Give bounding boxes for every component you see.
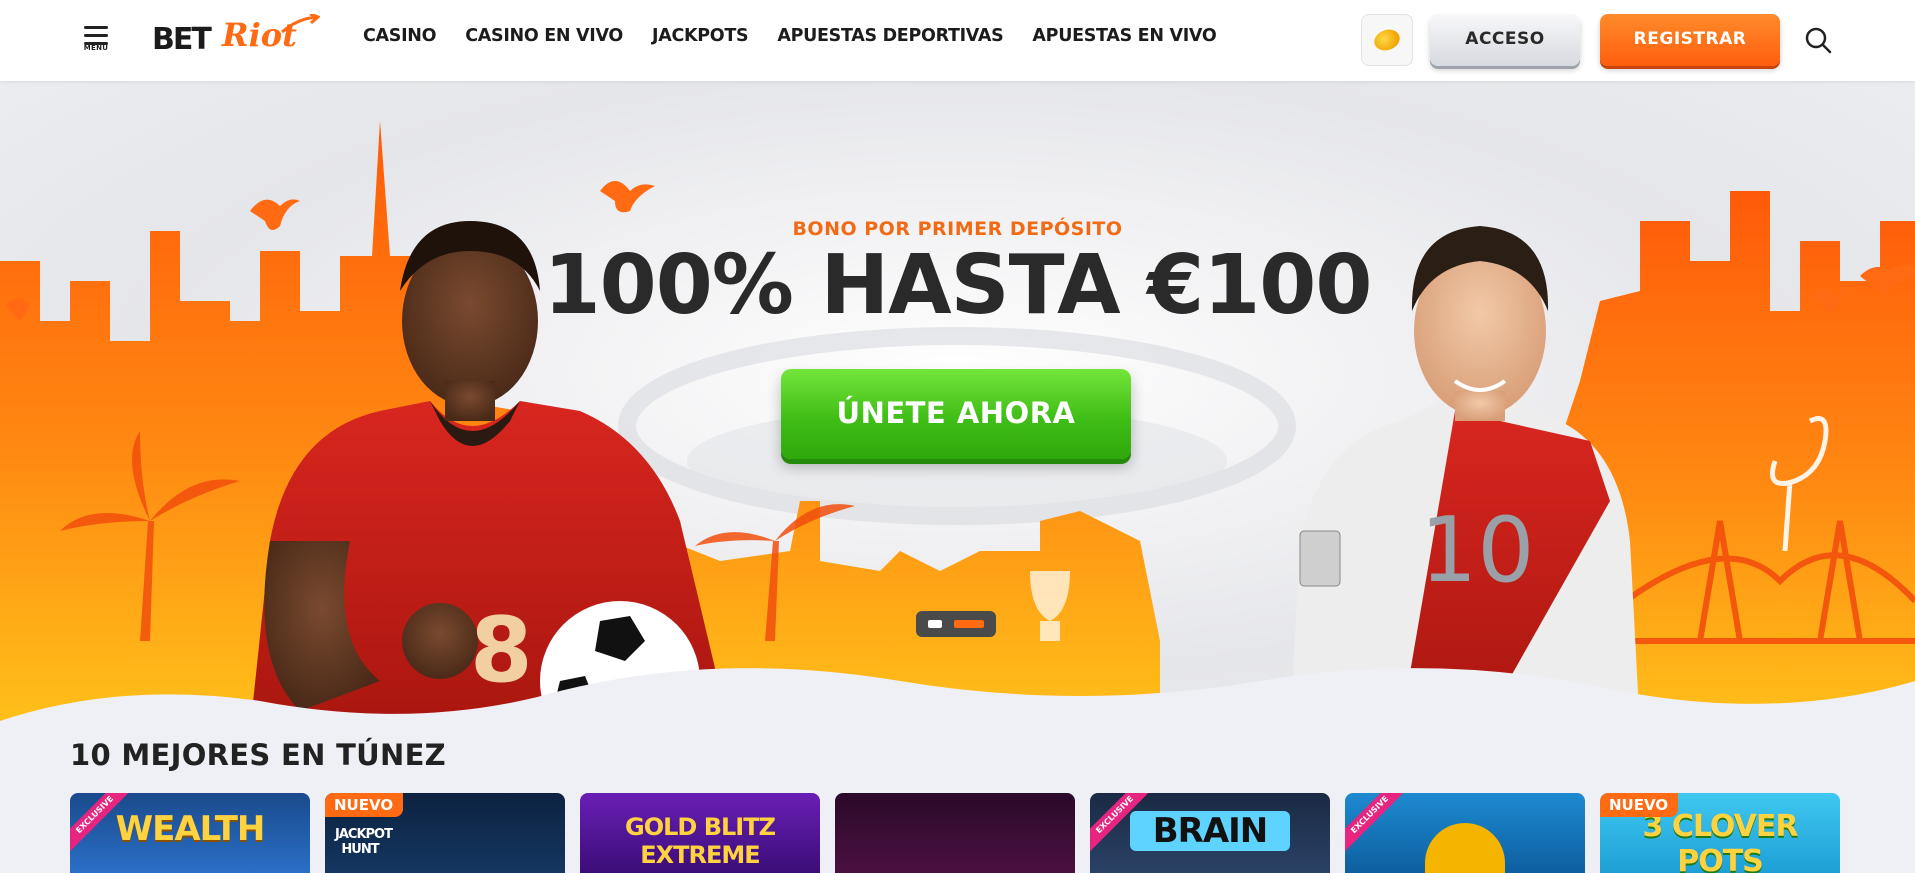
hamburger-icon [84,26,108,29]
game-art [1425,823,1505,873]
register-button[interactable]: REGISTRAR [1600,14,1780,66]
game-card[interactable] [835,793,1075,873]
nav-apuestas-deportivas[interactable]: APUESTAS DEPORTIVAS [777,26,1003,54]
game-card[interactable]: JACKPOT HUNT NUEVO [325,793,565,873]
promo-subtitle: BONO POR PRIMER DEPÓSITO [792,218,1123,240]
login-button[interactable]: ACCESO [1430,14,1580,66]
exclusive-badge: EXCLUSIVE [1345,793,1408,853]
slide-dot-1[interactable] [928,620,942,628]
game-card[interactable]: EXCLUSIVE [1345,793,1585,873]
right-player-number: 10 [1420,498,1535,603]
betriot-logo[interactable]: BET Riot [150,12,330,62]
join-now-button[interactable]: ÚNETE AHORA [781,369,1131,459]
coin-button[interactable] [1361,14,1413,66]
game-card[interactable]: 3 CLOVER POTS NUEVO [1600,793,1840,873]
new-badge: NUEVO [1600,793,1679,817]
left-player-number: 8 [470,598,533,703]
promo-banner[interactable]: 8 10 BONO POR PRIMER DEPÓSITO 100% HASTA… [0,81,1915,731]
nav-casino-en-vivo[interactable]: CASINO EN VIVO [465,26,623,54]
game-card[interactable]: WEALTH EXCLUSIVE [70,793,310,873]
game-title: JACKPOT HUNT [335,827,393,857]
hamburger-icon-bar [84,34,108,37]
game-carousel: WEALTH EXCLUSIVE JACKPOT HUNT NUEVO GOLD… [70,793,1850,873]
menu-button[interactable]: MENU [82,26,110,54]
new-badge: NUEVO [325,793,404,817]
main-nav: CASINO CASINO EN VIVO JACKPOTS APUESTAS … [363,26,1245,54]
promo-title: 100% HASTA €100 [543,238,1373,333]
nav-jackpots[interactable]: JACKPOTS [652,26,749,54]
game-title: BRAIN [1130,811,1290,851]
game-card[interactable]: GOLD BLITZ EXTREME [580,793,820,873]
menu-label: MENU [83,44,109,52]
nav-casino[interactable]: CASINO [363,26,437,54]
coin-icon [1371,26,1403,54]
slider-pagination [916,611,996,637]
nav-apuestas-en-vivo[interactable]: APUESTAS EN VIVO [1032,26,1216,54]
slide-dot-2-active[interactable] [954,620,984,628]
logo-bet-text: BET [152,22,212,57]
search-icon[interactable] [1804,26,1832,54]
logo-swoosh-icon [281,14,320,34]
top-header: MENU BET Riot CASINO CASINO EN VIVO JACK… [0,0,1915,81]
section-title: 10 MEJORES EN TÚNEZ [70,738,447,772]
game-title: 3 CLOVER POTS [1642,809,1799,873]
game-card[interactable]: BRAIN EXCLUSIVE [1090,793,1330,873]
game-title: GOLD BLITZ EXTREME [625,813,776,869]
